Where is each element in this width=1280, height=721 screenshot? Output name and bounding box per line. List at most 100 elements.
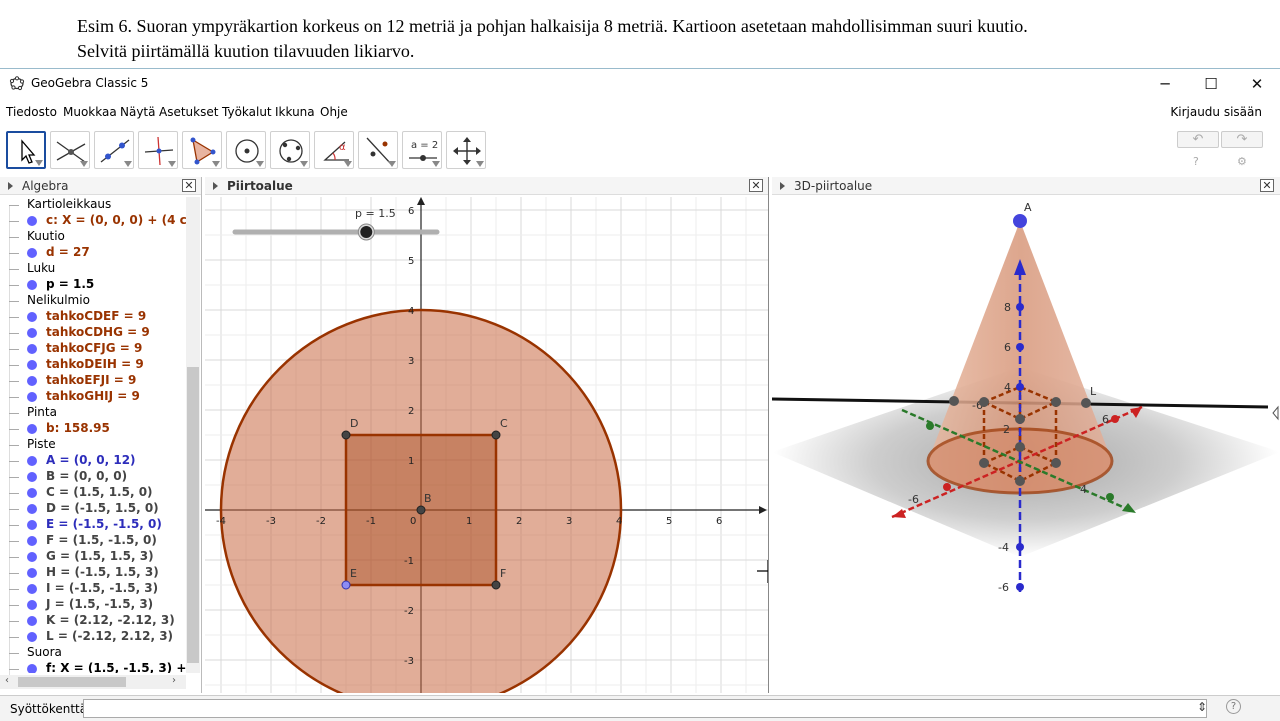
circle-tool-button[interactable] [226, 131, 266, 169]
algebra-item[interactable]: B = (0, 0, 0) [0, 469, 186, 485]
algebra-item[interactable]: E = (-1.5, -1.5, 0) [0, 517, 186, 533]
close-window-button[interactable]: ✕ [1234, 69, 1280, 98]
help-icon[interactable]: ? [1193, 155, 1199, 168]
algebra-item[interactable]: tahkoEFJI = 9 [0, 373, 186, 389]
expand-triangle-icon[interactable] [213, 182, 218, 190]
visibility-toggle-icon[interactable] [27, 552, 37, 562]
algebra-item[interactable]: A = (0, 0, 12) [0, 453, 186, 469]
algebra-category[interactable]: Luku [0, 261, 186, 277]
algebra-item[interactable]: tahkoCDEF = 9 [0, 309, 186, 325]
visibility-toggle-icon[interactable] [27, 360, 37, 370]
point-c[interactable] [491, 430, 501, 440]
algebra-horizontal-scrollbar[interactable]: ‹ › [0, 675, 186, 689]
visibility-toggle-icon[interactable] [27, 216, 37, 226]
visibility-toggle-icon[interactable] [27, 456, 37, 466]
algebra-item[interactable]: f: X = (1.5, -1.5, 3) + λ (-3, [0, 661, 186, 673]
menu-file[interactable]: Tiedosto [6, 105, 57, 119]
algebra-item[interactable]: D = (-1.5, 1.5, 0) [0, 501, 186, 517]
redo-button[interactable]: ↷ [1221, 131, 1263, 148]
line-tool-button[interactable] [94, 131, 134, 169]
menu-edit[interactable]: Muokkaa [63, 105, 117, 119]
input-field[interactable] [83, 699, 1207, 718]
expand-triangle-icon[interactable] [8, 182, 13, 190]
algebra-item[interactable]: b: 158.95 [0, 421, 186, 437]
visibility-toggle-icon[interactable] [27, 616, 37, 626]
algebra-vertical-scrollbar[interactable] [186, 197, 200, 673]
visibility-toggle-icon[interactable] [27, 584, 37, 594]
algebra-item[interactable]: K = (2.12, -2.12, 3) [0, 613, 186, 629]
point-f[interactable] [491, 580, 501, 590]
close-3d-icon[interactable]: ✕ [1260, 179, 1274, 192]
expand-triangle-icon[interactable] [780, 182, 785, 190]
visibility-toggle-icon[interactable] [27, 328, 37, 338]
visibility-toggle-icon[interactable] [27, 664, 37, 673]
algebra-item[interactable]: tahkoCFJG = 9 [0, 341, 186, 357]
algebra-item[interactable]: tahkoCDHG = 9 [0, 325, 186, 341]
perpendicular-line-tool-button[interactable] [138, 131, 178, 169]
algebra-category[interactable]: Nelikulmio [0, 293, 186, 309]
algebra-item[interactable]: tahkoDEIH = 9 [0, 357, 186, 373]
scroll-right-icon[interactable]: › [172, 675, 176, 686]
point-tool-button[interactable] [50, 131, 90, 169]
visibility-toggle-icon[interactable] [27, 568, 37, 578]
visibility-toggle-icon[interactable] [27, 376, 37, 386]
angle-tool-button[interactable]: α [314, 131, 354, 169]
menu-tools[interactable]: Työkalut [222, 105, 272, 119]
visibility-toggle-icon[interactable] [27, 632, 37, 642]
menu-help[interactable]: Ohje [320, 105, 348, 119]
polygon-tool-button[interactable] [182, 131, 222, 169]
visibility-toggle-icon[interactable] [27, 472, 37, 482]
apex-point-a[interactable] [1013, 214, 1027, 228]
algebra-item[interactable]: J = (1.5, -1.5, 3) [0, 597, 186, 613]
algebra-item[interactable]: F = (1.5, -1.5, 0) [0, 533, 186, 549]
menu-view[interactable]: Näytä [120, 105, 156, 119]
move-tool-button[interactable] [6, 131, 46, 169]
menu-window[interactable]: Ikkuna [275, 105, 315, 119]
close-algebra-icon[interactable]: ✕ [182, 179, 196, 192]
visibility-toggle-icon[interactable] [27, 504, 37, 514]
algebra-category[interactable]: Piste [0, 437, 186, 453]
algebra-item[interactable]: I = (-1.5, -1.5, 3) [0, 581, 186, 597]
visibility-toggle-icon[interactable] [27, 392, 37, 402]
undo-button[interactable]: ↶ [1177, 131, 1219, 148]
menu-options[interactable]: Asetukset [159, 105, 218, 119]
login-link[interactable]: Kirjaudu sisään [1170, 105, 1262, 119]
input-history-icon[interactable]: ⇕ [1197, 700, 1207, 714]
point-e[interactable] [341, 580, 351, 590]
algebra-item[interactable]: tahkoGHIJ = 9 [0, 389, 186, 405]
settings-gear-icon[interactable]: ⚙ [1237, 155, 1247, 168]
algebra-item[interactable]: L = (-2.12, 2.12, 3) [0, 629, 186, 645]
reflect-tool-button[interactable] [358, 131, 398, 169]
scroll-left-icon[interactable]: ‹ [5, 675, 9, 686]
maximize-button[interactable]: ☐ [1188, 69, 1234, 98]
visibility-toggle-icon[interactable] [27, 600, 37, 610]
visibility-toggle-icon[interactable] [27, 344, 37, 354]
algebra-item[interactable]: C = (1.5, 1.5, 0) [0, 485, 186, 501]
point-d[interactable] [341, 430, 351, 440]
visibility-toggle-icon[interactable] [27, 248, 37, 258]
algebra-item[interactable]: d = 27 [0, 245, 186, 261]
algebra-item[interactable]: p = 1.5 [0, 277, 186, 293]
algebra-item[interactable]: G = (1.5, 1.5, 3) [0, 549, 186, 565]
visibility-toggle-icon[interactable] [27, 520, 37, 530]
collapse-side-icon[interactable] [1272, 405, 1279, 421]
slider-tool-button[interactable]: a = 2 [402, 131, 442, 169]
algebra-item[interactable]: H = (-1.5, 1.5, 3) [0, 565, 186, 581]
close-graphics-icon[interactable]: ✕ [749, 179, 763, 192]
visibility-toggle-icon[interactable] [27, 536, 37, 546]
algebra-category[interactable]: Suora [0, 645, 186, 661]
visibility-toggle-icon[interactable] [27, 424, 37, 434]
algebra-category[interactable]: Pinta [0, 405, 186, 421]
visibility-toggle-icon[interactable] [27, 312, 37, 322]
conic-tool-button[interactable] [270, 131, 310, 169]
slider-knob[interactable] [360, 226, 373, 238]
algebra-category[interactable]: Kartioleikkaus [0, 197, 186, 213]
point-b[interactable] [416, 505, 426, 515]
input-help-icon[interactable]: ? [1226, 699, 1241, 714]
algebra-category[interactable]: Kuutio [0, 229, 186, 245]
algebra-item[interactable]: c: X = (0, 0, 0) + (4 cos(t), [0, 213, 186, 229]
visibility-toggle-icon[interactable] [27, 488, 37, 498]
visibility-toggle-icon[interactable] [27, 280, 37, 290]
minimize-button[interactable]: ─ [1142, 69, 1188, 98]
3d-canvas[interactable]: 8 6 4 2 -4 -6 -6 6 -6 4 A L [772, 197, 1280, 693]
